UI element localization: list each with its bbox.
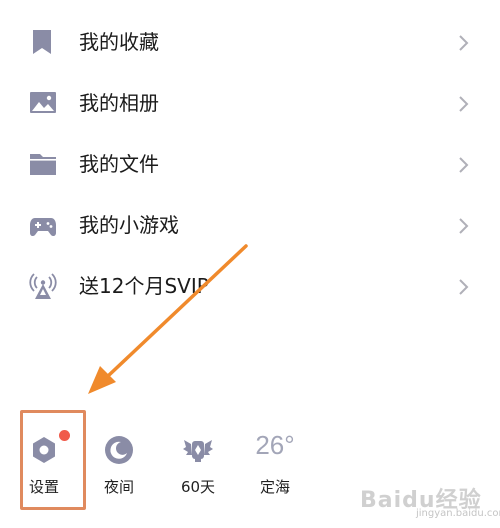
menu-item-favorites[interactable]: 我的收藏 (0, 12, 500, 73)
menu-item-files[interactable]: 我的文件 (0, 134, 500, 195)
chevron-right-icon (459, 96, 469, 112)
gear-icon (33, 437, 55, 463)
photo-icon (30, 92, 56, 113)
weather-location: 定海 (259, 478, 290, 496)
chevron-right-icon (459, 35, 469, 51)
sixty-days-label: 60天 (180, 478, 216, 496)
menu-item-minigames[interactable]: 我的小游戏 (0, 195, 500, 256)
sixty-days-button[interactable]: 60天 (163, 406, 233, 510)
weather-temperature: 26° (255, 430, 295, 460)
weather-widget[interactable]: 26° 定海 (240, 406, 310, 510)
folder-icon (30, 154, 56, 175)
menu-list: 我的收藏 我的相册 我的文件 我的小游戏 送12个月SVIP (0, 12, 500, 317)
menu-item-label: 我的收藏 (79, 30, 159, 54)
night-mode-label: 夜间 (103, 478, 134, 496)
menu-item-svip-gift[interactable]: 送12个月SVIP (0, 256, 500, 317)
gamepad-icon (30, 218, 56, 237)
watermark-sub: jingyan.baidu.com (416, 508, 500, 519)
broadcast-tower-icon (29, 273, 57, 299)
watermark-logo: Baidu经验 jingyan.baidu.com (352, 480, 500, 524)
chevron-right-icon (459, 218, 469, 234)
bookmark-icon (33, 30, 51, 54)
settings-label: 设置 (28, 478, 59, 496)
menu-item-album[interactable]: 我的相册 (0, 73, 500, 134)
winged-badge-icon (183, 440, 213, 462)
menu-item-label: 我的小游戏 (79, 213, 179, 237)
chevron-right-icon (459, 157, 469, 173)
menu-item-label: 我的文件 (79, 152, 159, 176)
menu-item-label: 我的相册 (79, 91, 159, 115)
night-mode-button[interactable]: 夜间 (84, 406, 154, 510)
chevron-right-icon (459, 279, 469, 295)
moon-icon (105, 436, 133, 464)
notification-badge (59, 430, 70, 441)
settings-button[interactable]: 设置 (6, 406, 86, 510)
menu-item-label: 送12个月SVIP (79, 274, 209, 298)
